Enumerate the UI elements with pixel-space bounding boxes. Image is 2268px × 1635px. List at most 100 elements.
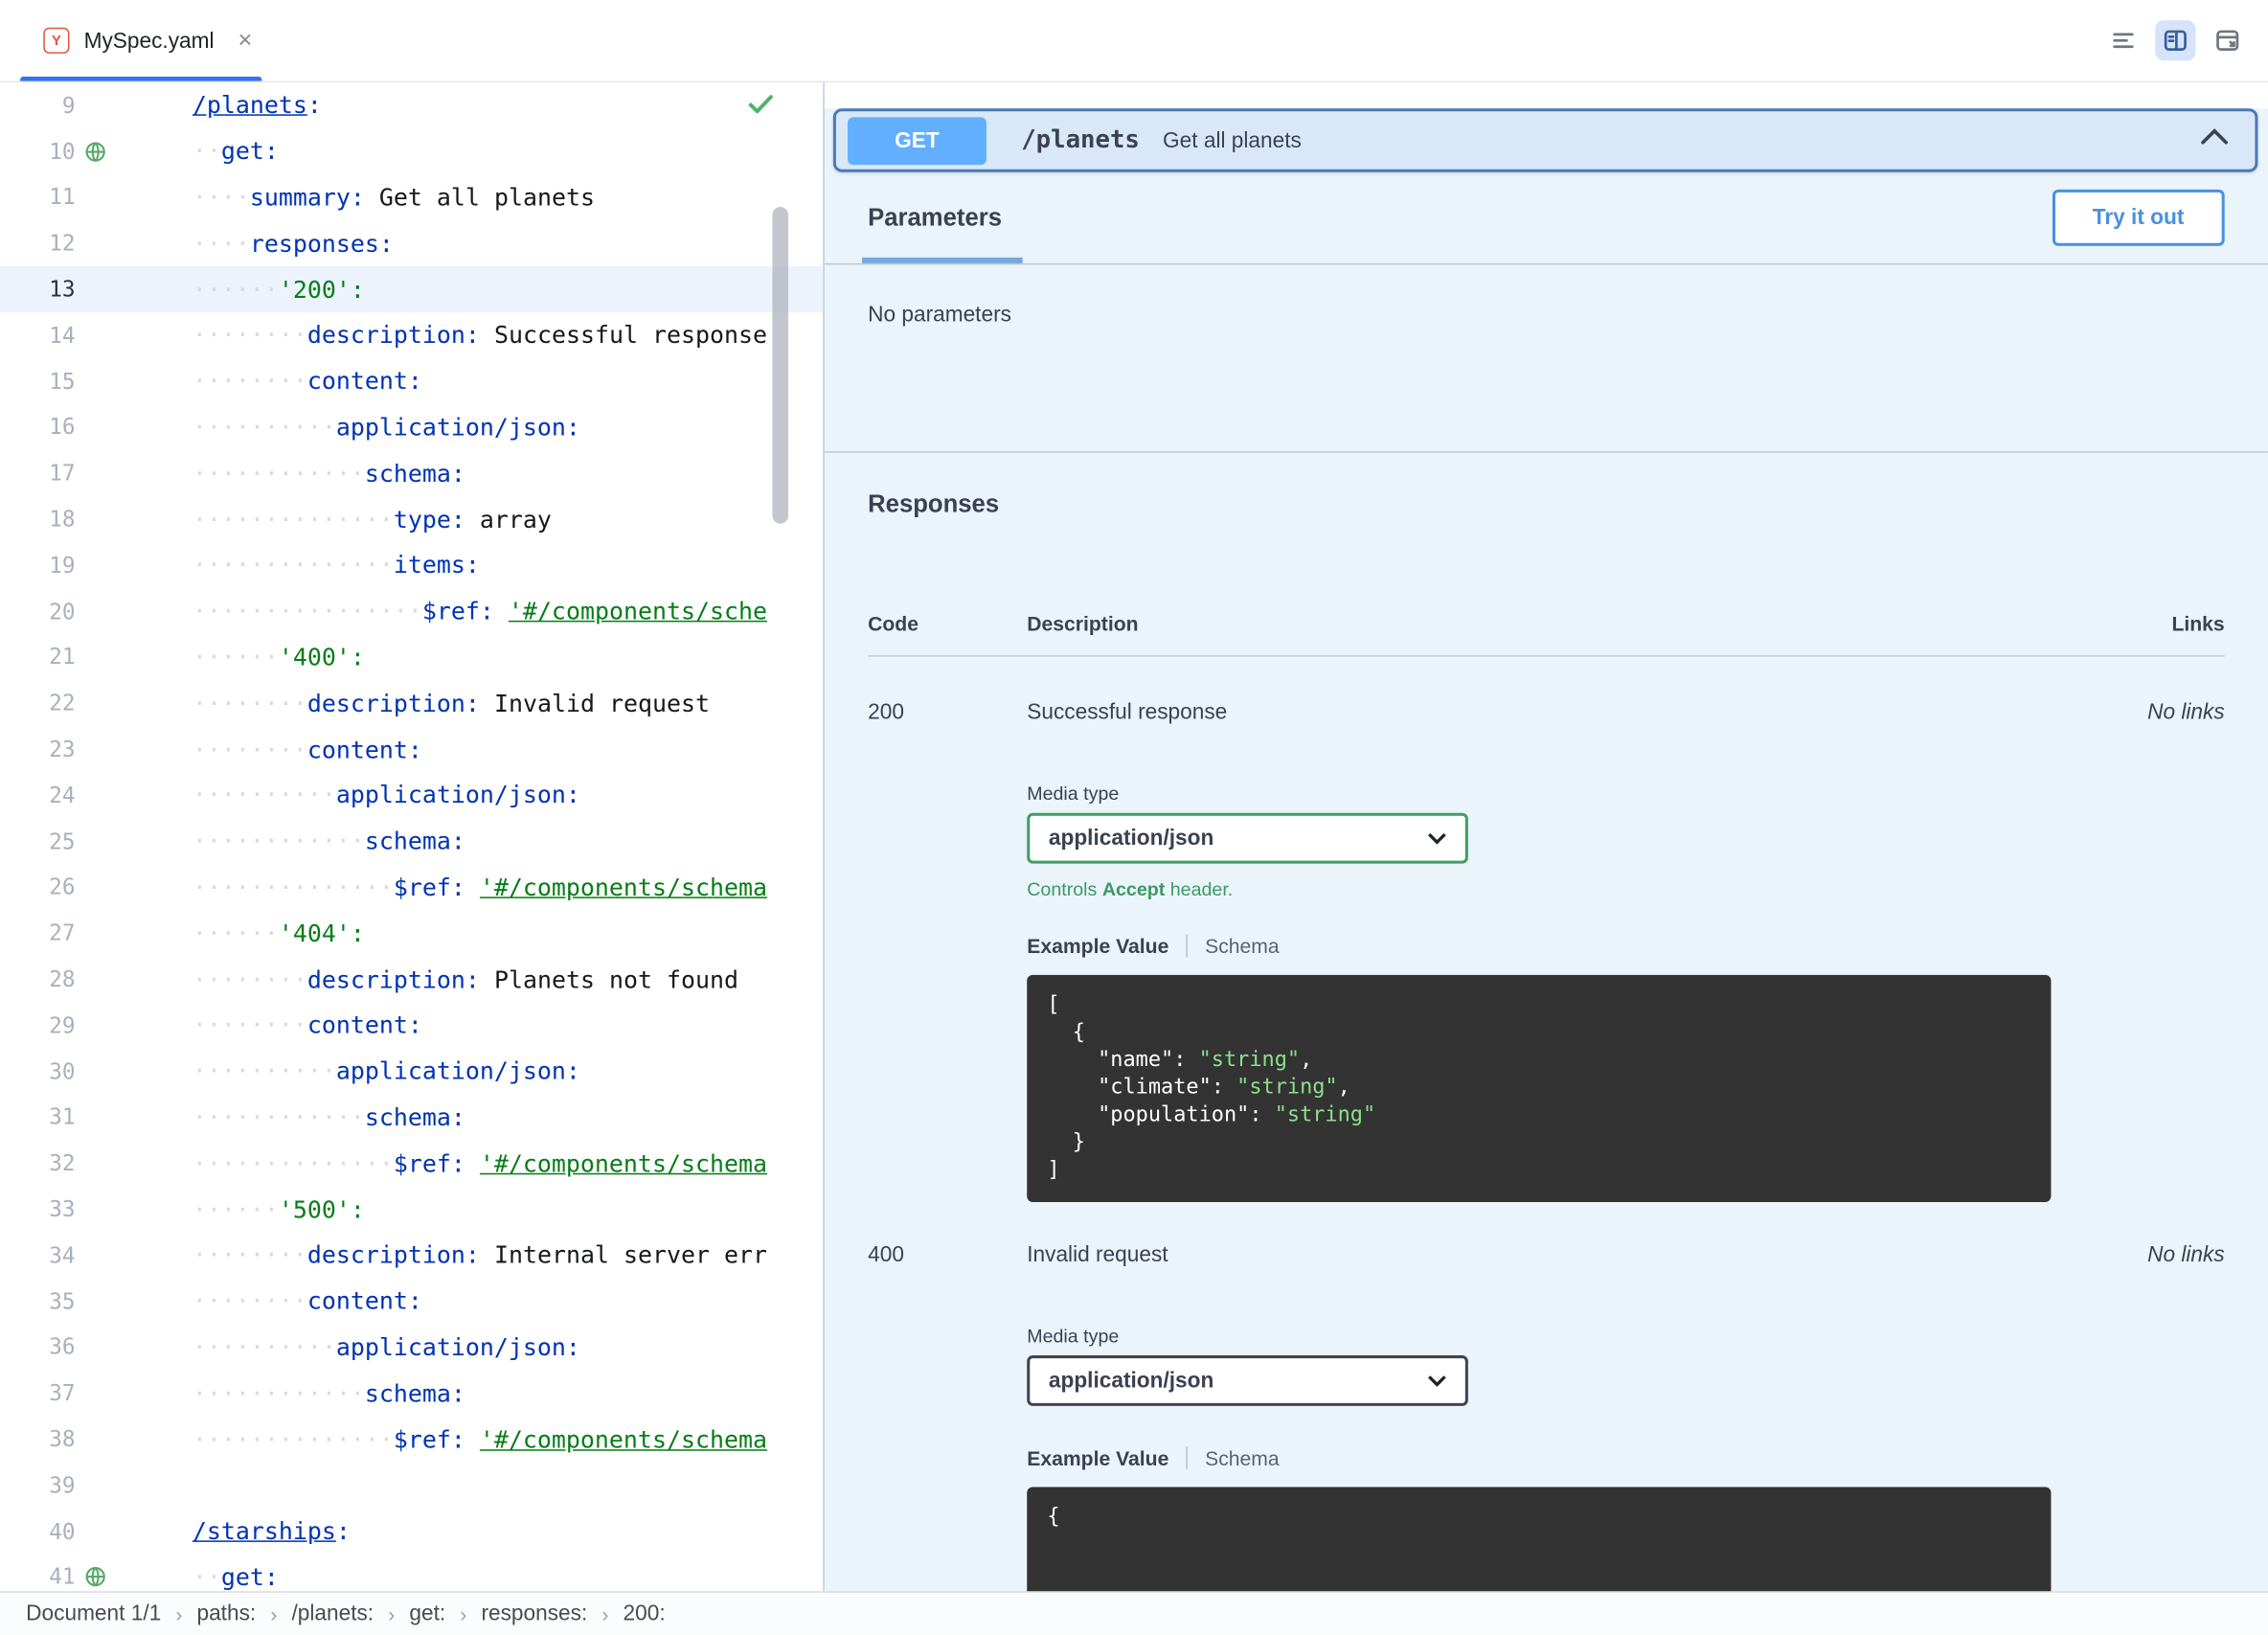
line-number: 37 bbox=[49, 1380, 76, 1407]
application-window: Y MySpec.yaml ✕ 9/planets: 10 ··get: 11 ····… bbox=[0, 0, 2268, 1635]
endpoint-gutter-icon[interactable] bbox=[76, 1566, 116, 1589]
line-number: 41 bbox=[49, 1564, 76, 1591]
code-text: ······'404': bbox=[192, 920, 365, 947]
editor-line[interactable]: 36 ··········application/json: bbox=[0, 1325, 823, 1371]
editor-actions-menu-icon[interactable] bbox=[2103, 20, 2143, 60]
tab-schema[interactable]: Schema bbox=[1205, 935, 1280, 958]
response-code: 200 bbox=[868, 699, 904, 725]
editor-line[interactable]: 23 ········content: bbox=[0, 726, 823, 772]
editor-scrollbar[interactable] bbox=[772, 206, 789, 524]
line-number: 9 bbox=[61, 92, 76, 119]
editor-line[interactable]: 33 ······'500': bbox=[0, 1187, 823, 1233]
editor-line[interactable]: 21 ······'400': bbox=[0, 634, 823, 680]
line-number: 34 bbox=[49, 1241, 76, 1269]
editor-toolbar bbox=[2103, 20, 2268, 61]
tab-example-value[interactable]: Example Value bbox=[1027, 1446, 1168, 1469]
breadcrumb-item[interactable]: responses: bbox=[481, 1601, 587, 1626]
operation-summary: Get all planets bbox=[1163, 127, 1302, 153]
editor-line[interactable]: 34 ········description: Internal server e… bbox=[0, 1233, 823, 1279]
response-row-200: 200 Successful response Media type appli… bbox=[868, 657, 2225, 1202]
editor-line[interactable]: 31 ············schema: bbox=[0, 1095, 823, 1141]
tab-myspec-yaml[interactable]: Y MySpec.yaml ✕ bbox=[0, 0, 276, 81]
editor-line[interactable]: 35 ········content: bbox=[0, 1279, 823, 1325]
editor-line[interactable]: 26 ··············$ref: '#/components/sche… bbox=[0, 864, 823, 910]
chevron-down-icon bbox=[1428, 1375, 1446, 1387]
parameters-label: Parameters bbox=[868, 203, 1003, 231]
editor-line[interactable]: 17 ············schema: bbox=[0, 450, 823, 496]
editor-line[interactable]: 37 ············schema: bbox=[0, 1371, 823, 1417]
tab-schema[interactable]: Schema bbox=[1205, 1446, 1280, 1469]
breadcrumb-item[interactable]: 200: bbox=[624, 1601, 666, 1626]
tab-example-value[interactable]: Example Value bbox=[1027, 935, 1168, 958]
line-number: 13 bbox=[49, 276, 76, 303]
editor-line[interactable]: 28 ········description: Planets not found bbox=[0, 956, 823, 1002]
column-code: Code bbox=[868, 611, 919, 635]
line-number: 29 bbox=[49, 1011, 76, 1039]
media-type-select[interactable]: application/json bbox=[1027, 1355, 1468, 1406]
editor-line[interactable]: 19 ··············items: bbox=[0, 542, 823, 588]
code-text: ················$ref: '#/components/sche bbox=[192, 597, 767, 625]
editor-line[interactable]: 10 ··get: bbox=[0, 128, 823, 174]
media-type-label: Media type bbox=[1027, 783, 1120, 805]
editor-line[interactable]: 14 ········description: Successful respon… bbox=[0, 312, 823, 358]
line-number: 26 bbox=[49, 874, 76, 901]
endpoint-gutter-icon[interactable] bbox=[76, 140, 116, 163]
editor-line[interactable]: 9/planets: bbox=[0, 82, 823, 128]
breadcrumb-separator-icon: › bbox=[175, 1601, 183, 1625]
code-text: ······'500': bbox=[192, 1195, 365, 1223]
editor-line[interactable]: 22 ········description: Invalid request bbox=[0, 680, 823, 726]
code-text: ······'400': bbox=[192, 643, 365, 671]
media-type-select[interactable]: application/json bbox=[1027, 812, 1468, 864]
collapse-chevron-icon[interactable] bbox=[2200, 127, 2229, 153]
inspection-ok-check-icon[interactable] bbox=[748, 93, 774, 121]
editor-line[interactable]: 20 ················$ref: '#/components/sc… bbox=[0, 588, 823, 634]
tab-divider bbox=[1186, 1446, 1188, 1470]
editor-line[interactable]: 40/starships: bbox=[0, 1509, 823, 1555]
breadcrumb-item[interactable]: /planets: bbox=[291, 1601, 374, 1626]
yaml-editor[interactable]: 9/planets: 10 ··get: 11 ····summary: Get all… bbox=[0, 82, 824, 1592]
response-links: No links bbox=[2147, 699, 2225, 725]
line-number: 25 bbox=[49, 828, 76, 854]
swagger-preview-panel: GET /planets Get all planets Parameters … bbox=[823, 82, 2268, 1592]
code-text: ········description: Internal server err bbox=[192, 1241, 767, 1269]
open-in-browser-icon[interactable] bbox=[2208, 20, 2248, 60]
editor-line[interactable]: 29 ········content: bbox=[0, 1002, 823, 1048]
operation-summary-bar[interactable]: GET /planets Get all planets bbox=[832, 108, 2258, 172]
editor-line[interactable]: 13 ······'200': bbox=[0, 266, 824, 313]
editor-line[interactable]: 16 ··········application/json: bbox=[0, 404, 823, 450]
editor-line[interactable]: 30 ··········application/json: bbox=[0, 1048, 823, 1094]
editor-preview-layout-icon[interactable] bbox=[2155, 20, 2196, 61]
breadcrumb-item[interactable]: get: bbox=[409, 1601, 445, 1626]
line-number: 15 bbox=[49, 368, 76, 395]
editor-line[interactable]: 27 ······'404': bbox=[0, 910, 823, 956]
editor-line[interactable]: 25 ············schema: bbox=[0, 818, 823, 864]
line-number: 22 bbox=[49, 690, 76, 716]
editor-line[interactable]: 38 ··············$ref: '#/components/sche… bbox=[0, 1417, 823, 1463]
line-number: 28 bbox=[49, 965, 76, 993]
tab-close-icon[interactable]: ✕ bbox=[238, 29, 253, 52]
editor-line[interactable]: 12 ····responses: bbox=[0, 220, 823, 266]
breadcrumb-separator-icon: › bbox=[270, 1601, 278, 1625]
editor-line[interactable]: 39 bbox=[0, 1463, 823, 1509]
line-number: 38 bbox=[49, 1426, 76, 1453]
editor-line[interactable]: 41 ··get: bbox=[0, 1555, 823, 1592]
editor-line[interactable]: 11 ····summary: Get all planets bbox=[0, 174, 823, 220]
editor-line[interactable]: 15 ········content: bbox=[0, 358, 823, 404]
line-number: 11 bbox=[49, 184, 76, 211]
try-it-out-button[interactable]: Try it out bbox=[2052, 189, 2225, 246]
line-number: 27 bbox=[49, 920, 76, 947]
responses-section-title: Responses bbox=[868, 489, 1000, 518]
line-number: 19 bbox=[49, 552, 76, 579]
code-text: ··········application/json: bbox=[192, 1333, 580, 1361]
editor-line[interactable]: 32 ··············$ref: '#/components/sche… bbox=[0, 1141, 823, 1187]
breadcrumb-item[interactable]: paths: bbox=[196, 1601, 256, 1626]
line-number: 18 bbox=[49, 506, 76, 533]
editor-line[interactable]: 24 ··········application/json: bbox=[0, 772, 823, 818]
code-text: ········content: bbox=[192, 1287, 422, 1315]
controls-accept-note: Controls Accept header. bbox=[1027, 877, 1234, 900]
code-text: ········description: Invalid request bbox=[192, 689, 710, 717]
breadcrumb-item[interactable]: Document 1/1 bbox=[26, 1601, 161, 1626]
response-code: 400 bbox=[868, 1242, 904, 1267]
editor-line[interactable]: 18 ··············type: array bbox=[0, 496, 823, 542]
tab-parameters[interactable]: Parameters bbox=[862, 172, 1023, 263]
